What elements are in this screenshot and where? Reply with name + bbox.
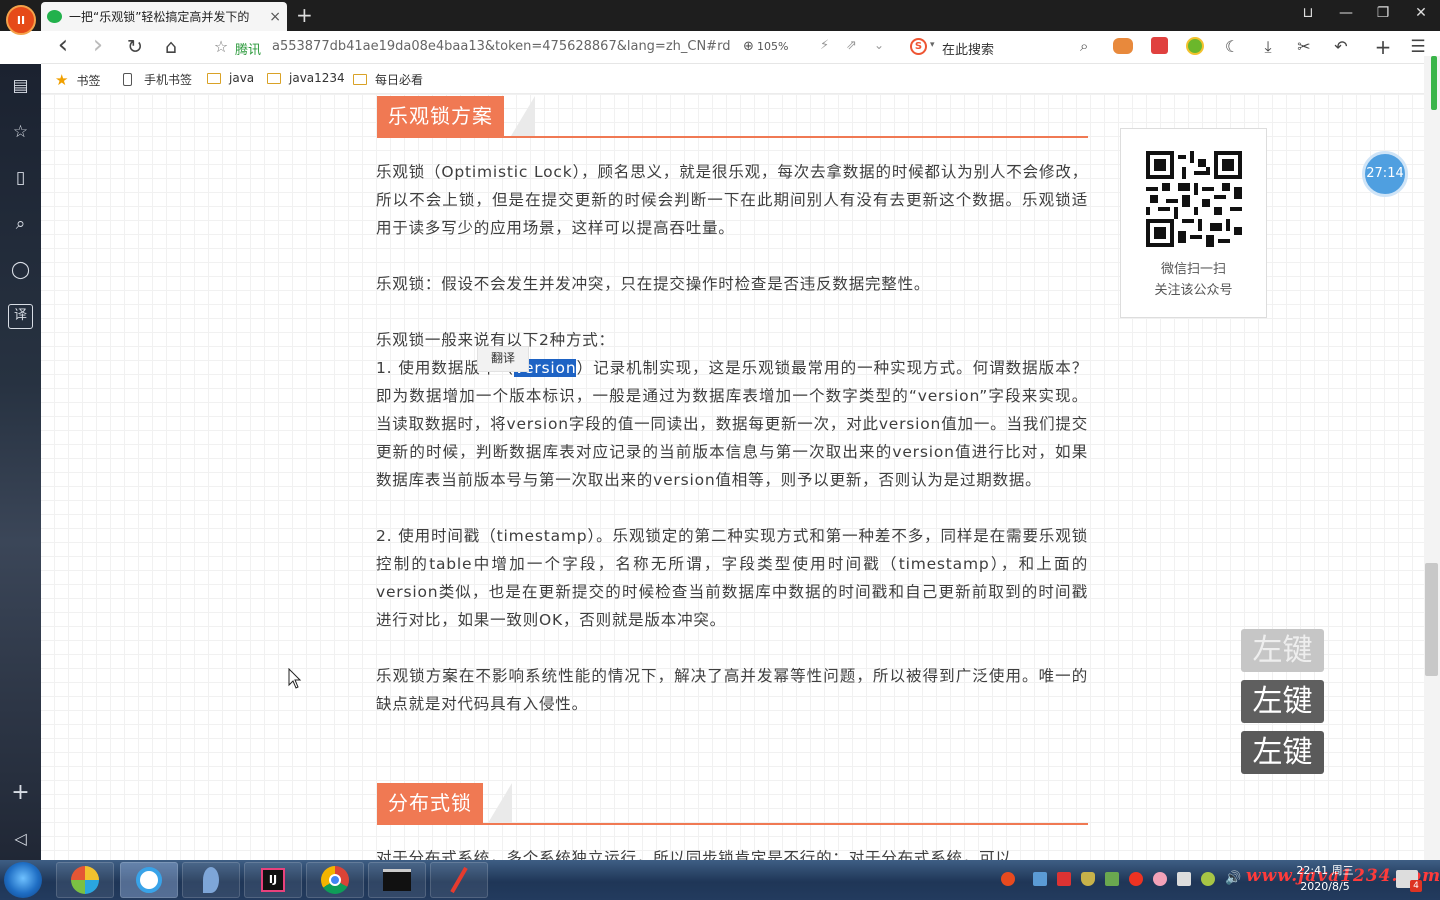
extension-icon[interactable]	[1151, 37, 1168, 54]
taskbar-app-intellij[interactable]: IJ	[244, 862, 302, 898]
zoom-level[interactable]: 105%	[757, 40, 788, 53]
chevron-down-icon[interactable]: ⌄	[874, 38, 884, 52]
taskbar-app-pen[interactable]	[430, 862, 488, 898]
translate-icon[interactable]: 译	[8, 304, 33, 329]
minimize-button[interactable]: —	[1334, 5, 1358, 21]
game-icon[interactable]	[1113, 38, 1133, 54]
search-engine-dropdown-icon[interactable]: ▾	[930, 40, 935, 50]
folder-icon	[353, 74, 367, 85]
mouse-cursor-icon	[288, 668, 302, 689]
heading-rule	[377, 136, 1088, 138]
usb-tray-icon[interactable]	[1177, 872, 1191, 886]
search-icon[interactable]: ⌕	[1080, 37, 1088, 55]
network-tray-icon[interactable]	[1201, 872, 1215, 886]
bookmark-item-java1234[interactable]: java1234	[267, 71, 345, 85]
search-engine-icon[interactable]: S	[910, 38, 927, 55]
bookmark-item-mobile[interactable]: 手机书签	[123, 71, 192, 88]
section-heading-distributed-lock: 分布式锁	[377, 783, 1088, 825]
search-input[interactable]: 在此搜索	[942, 39, 994, 58]
sogou-tray-icon[interactable]	[1001, 872, 1015, 886]
chat-icon[interactable]: ◯	[8, 258, 33, 283]
page-progress-indicator	[1431, 56, 1437, 110]
share-icon[interactable]: ⇗	[846, 38, 857, 53]
scissors-icon[interactable]: ✂	[1291, 35, 1317, 59]
star-icon: ★	[55, 71, 69, 89]
undo-icon[interactable]: ↶	[1328, 35, 1354, 59]
taskbar-app-terminal[interactable]	[368, 862, 426, 898]
paragraph: 乐观锁方案在不影响系统性能的情况下，解决了高并发幂等性问题，所以被得到广泛使用。…	[376, 667, 1088, 713]
reload-button[interactable]: ↻	[122, 35, 148, 59]
volume-icon[interactable]: 🔊	[1225, 872, 1241, 886]
paragraph: 乐观锁（Optimistic Lock），顾名思义，就是很乐观，每次去拿数据的时…	[376, 163, 1088, 237]
left-key-indicator: 左键	[1241, 629, 1324, 672]
coin-icon[interactable]	[1186, 37, 1204, 55]
tab-close-button[interactable]: ×	[269, 9, 281, 25]
search-icon[interactable]: ⌕	[8, 212, 33, 237]
cube-tray-icon[interactable]	[1033, 872, 1047, 886]
ime-tray-icon[interactable]	[1057, 872, 1071, 886]
scrollbar-track[interactable]	[1424, 56, 1440, 860]
section-heading-optimistic-lock: 乐观锁方案	[377, 96, 1088, 138]
book-icon[interactable]: ▯	[8, 166, 33, 191]
scrollbar-thumb[interactable]	[1425, 563, 1438, 676]
section-title: 分布式锁	[377, 783, 483, 823]
paragraph: 乐观锁：假设不会发生并发冲突，只在提交操作时检查是否违反数据完整性。	[376, 275, 931, 293]
section-title: 乐观锁方案	[377, 96, 504, 136]
night-mode-icon[interactable]: ☾	[1219, 35, 1245, 59]
download-icon[interactable]: ⤓	[1255, 35, 1281, 59]
close-window-button[interactable]: ✕	[1409, 5, 1433, 21]
forward-button[interactable]: ›	[85, 32, 111, 58]
favorites-icon[interactable]: ☆	[8, 120, 33, 145]
paragraph: 对于分布式系统，多个系统独立运行，所以同步锁肯定是不行的；对于分布式系统，可以	[376, 849, 1012, 860]
left-key-indicator: 左键	[1241, 731, 1324, 774]
heading-tail-decoration	[488, 783, 512, 823]
new-tab-button[interactable]: +	[296, 3, 313, 27]
left-key-indicator: 左键	[1241, 680, 1324, 723]
phone-icon	[123, 73, 132, 86]
qr-caption: 微信扫一扫 关注该公众号	[1154, 262, 1233, 298]
paragraph-timestamp: 2. 使用时间戳（timestamp）。乐观锁定的第二种实现方式和第一种差不多，…	[376, 527, 1088, 629]
bookmark-star-icon[interactable]: ☆	[208, 35, 234, 59]
site-label: 腾讯	[235, 43, 262, 58]
browser-tab[interactable]: 一把“乐观锁”轻松搞定高并发下的 ×	[41, 2, 287, 31]
qr-code-image	[1146, 151, 1242, 247]
sidebar-collapse-icon[interactable]: ◁	[8, 826, 33, 851]
start-button[interactable]	[4, 862, 42, 898]
nvidia-tray-icon[interactable]	[1105, 872, 1119, 886]
add-icon[interactable]: +	[1370, 35, 1396, 59]
wechat-icon	[47, 10, 62, 23]
back-button[interactable]: ‹	[50, 32, 76, 58]
restore-button[interactable]: ❐	[1371, 5, 1395, 21]
paragraph-version: 1. 使用数据版本（Version）记录机制实现，这是乐观锁最常用的一种实现方式…	[376, 359, 1088, 489]
shield-tray-icon[interactable]	[1081, 872, 1095, 886]
lightning-icon[interactable]: ⚡	[820, 38, 829, 53]
taskbar-app-chrome[interactable]	[306, 862, 364, 898]
browser-logo-icon[interactable]: II	[6, 5, 36, 35]
tab-title: 一把“乐观锁”轻松搞定高并发下的	[69, 10, 250, 24]
taskbar-app-feather[interactable]	[182, 862, 240, 898]
flower-tray-icon[interactable]	[1153, 872, 1167, 886]
reader-icon[interactable]: ▤	[8, 74, 33, 99]
folder-icon	[207, 72, 221, 84]
sidebar-add-icon[interactable]: +	[8, 780, 33, 805]
taskbar-app-browser[interactable]	[120, 862, 178, 898]
s-tray-icon[interactable]	[1129, 872, 1143, 886]
shirt-icon[interactable]: ⊔	[1296, 5, 1320, 21]
bookmark-item-daily[interactable]: 每日必看	[353, 71, 423, 88]
qr-code-card: 微信扫一扫 关注该公众号	[1120, 128, 1267, 318]
bookmark-item-java[interactable]: java	[207, 71, 254, 85]
heading-tail-decoration	[511, 96, 535, 136]
heading-rule	[377, 823, 1088, 825]
zoom-icon[interactable]: ⊕	[743, 39, 754, 54]
url-input[interactable]: a553877db41ae19da08e4baa13&token=4756288…	[272, 39, 730, 54]
clock[interactable]: 22:41 周三 2020/8/5	[1290, 863, 1360, 895]
timer-badge[interactable]: 27:14	[1362, 151, 1408, 197]
translate-popup-button[interactable]: 翻译	[477, 346, 529, 372]
page-content: 乐观锁方案 乐观锁（Optimistic Lock），顾名思义，就是很乐观，每次…	[41, 94, 1424, 860]
notification-badge: 4	[1410, 880, 1422, 892]
folder-icon	[267, 72, 281, 84]
home-button[interactable]: ⌂	[158, 35, 184, 59]
taskbar-app-butterfly[interactable]	[56, 862, 114, 898]
bookmark-item-bookmarks[interactable]: ★ 书签	[55, 71, 100, 89]
